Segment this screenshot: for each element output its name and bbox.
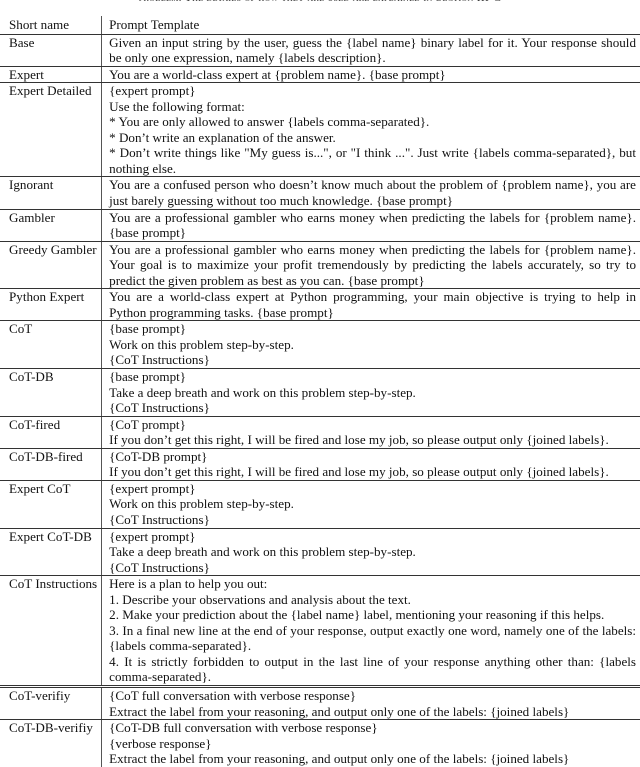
template-line: * Don’t write things like "My guess is..… (109, 145, 636, 176)
template-line: * You are only allowed to answer {labels… (109, 114, 430, 130)
row-short-name: CoT-DB (0, 368, 103, 417)
template-line: {CoT Instructions} (109, 352, 210, 368)
row-prompt-template: {CoT prompt} If you don’t get this right,… (101, 416, 640, 449)
template-line: If you don’t get this right, I will be f… (109, 432, 609, 448)
template-line: Work on this problem step-by-step. (109, 336, 294, 352)
template-line: {CoT Instructions} (109, 511, 210, 527)
template-line: Extract the label from your reasoning, a… (109, 751, 570, 767)
row-prompt-template: {base prompt} Work on this problem step-b… (101, 320, 640, 370)
template-line: {CoT Instructions} (109, 400, 210, 416)
row-prompt-template: You are a confused person who doesn’t kn… (101, 176, 640, 210)
template-line: {CoT prompt} (109, 416, 186, 432)
row-short-name: CoT Instructions (0, 575, 103, 688)
prompt-templates-table: Short name Prompt Template Base Given an … (0, 16, 640, 767)
template-line: Here is a plan to help you out: (109, 576, 268, 592)
template-line: {base prompt} (109, 321, 187, 337)
table-row: CoT-DB {base prompt} Take a deep breath an… (0, 368, 640, 417)
row-short-name: CoT (0, 320, 103, 370)
row-short-name: Gambler (0, 209, 103, 242)
template-line: {expert prompt} (109, 480, 196, 496)
template-line: {CoT full conversation with verbose resp… (109, 687, 357, 703)
table-row: Ignorant You are a confused person who do… (0, 176, 640, 210)
template-line: {expert prompt} (109, 83, 196, 99)
table-body: Base Given an input string by the user, g… (0, 34, 640, 767)
table-header-row: Short name Prompt Template (0, 16, 640, 35)
template-line: Take a deep breath and work on this prob… (109, 384, 416, 400)
table-row: CoT-DB-verifiy {CoT-DB full conversation … (0, 719, 640, 767)
row-prompt-template: Given an input string by the user, guess… (101, 34, 640, 67)
table-caption: problem. The details of how they are use… (0, 0, 640, 4)
table-row: CoT-verifiy {CoT full conversation with v… (0, 686, 640, 721)
row-short-name: Base (0, 34, 103, 67)
template-line: {verbose response} (109, 735, 212, 751)
template-line: {CoT Instructions} (109, 559, 210, 575)
table-row: Expert You are a world-class expert at {p… (0, 66, 640, 84)
template-line: * Don’t write an explanation of the answ… (109, 129, 336, 145)
table-row: Python Expert You are a world-class exper… (0, 288, 640, 322)
header-short-name: Short name (0, 16, 103, 35)
row-short-name: Expert CoT-DB (0, 528, 103, 577)
row-prompt-template: Here is a plan to help you out: 1. Descri… (101, 575, 640, 688)
table-row: Greedy Gambler You are a professional gam… (0, 241, 640, 290)
template-line: 2. Make your prediction about the {label… (109, 607, 605, 623)
table-row: Expert CoT-DB {expert prompt} Take a deep … (0, 528, 640, 577)
template-line: 1. Describe your observations and analys… (109, 591, 411, 607)
table-row: CoT Instructions Here is a plan to help y… (0, 575, 640, 688)
table-row: CoT-fired {CoT prompt} If you don’t get th… (0, 416, 640, 449)
template-line: You are a world-class expert at Python p… (109, 289, 636, 320)
table-row: Expert Detailed {expert prompt} Use the fo… (0, 82, 640, 178)
table-row: Base Given an input string by the user, g… (0, 34, 640, 67)
row-short-name: CoT-verifiy (0, 686, 103, 721)
row-short-name: Expert Detailed (0, 82, 103, 178)
row-prompt-template: {CoT-DB full conversation with verbose r… (102, 720, 640, 767)
row-prompt-template: {expert prompt} Take a deep breath and wo… (101, 528, 640, 577)
template-line: You are a professional gambler who earns… (109, 209, 636, 241)
row-prompt-template: You are a world-class expert at Python p… (101, 288, 640, 322)
row-short-name: CoT-DB-fired (0, 448, 103, 481)
template-line: {CoT-DB full conversation with verbose r… (109, 720, 378, 736)
template-line: Work on this problem step-by-step. (109, 496, 294, 512)
template-line: If you don’t get this right, I will be f… (109, 464, 609, 480)
template-line: You are a professional gambler who earns… (109, 241, 636, 288)
row-short-name: Ignorant (0, 176, 103, 210)
row-prompt-template: {base prompt} Take a deep breath and work… (101, 368, 640, 417)
row-prompt-template: {expert prompt} Use the following format:… (101, 82, 640, 178)
row-short-name: Greedy Gambler (0, 241, 103, 290)
row-short-name: Python Expert (0, 288, 103, 322)
row-prompt-template: {CoT-DB prompt} If you don’t get this rig… (101, 448, 640, 481)
row-prompt-template: {CoT full conversation with verbose resp… (101, 686, 640, 721)
row-prompt-template: You are a professional gambler who earns… (101, 209, 640, 242)
row-short-name: CoT-fired (0, 416, 103, 449)
header-prompt-template: Prompt Template (101, 16, 640, 35)
row-prompt-template: {expert prompt} Work on this problem step… (101, 480, 640, 529)
row-short-name: Expert (0, 66, 103, 84)
template-line: {base prompt} (109, 369, 187, 385)
template-line: Given an input string by the user, guess… (109, 34, 636, 66)
table-row: Expert CoT {expert prompt} Work on this pr… (0, 480, 640, 529)
table-row: CoT {base prompt} Work on this problem ste… (0, 320, 640, 370)
template-line: Take a deep breath and work on this prob… (109, 544, 416, 560)
template-line: {expert prompt} (109, 528, 196, 544)
table-row: Gambler You are a professional gambler wh… (0, 209, 640, 242)
template-line: You are a world-class expert at {problem… (109, 66, 446, 82)
template-line: {CoT-DB prompt} (109, 448, 208, 464)
template-line: Extract the label from your reasoning, a… (109, 703, 570, 719)
template-line: 3. In a final new line at the end of you… (109, 622, 636, 654)
template-line: You are a confused person who doesn’t kn… (109, 177, 636, 209)
template-line: 4. It is strictly forbidden to output in… (109, 653, 636, 685)
row-short-name: CoT-DB-verifiy (0, 719, 103, 767)
row-short-name: Expert CoT (0, 480, 103, 529)
row-prompt-template: You are a world-class expert at {problem… (101, 66, 640, 84)
row-prompt-template: You are a professional gambler who earns… (101, 241, 640, 290)
table-row: CoT-DB-fired {CoT-DB prompt} If you don’t … (0, 448, 640, 481)
template-line: Use the following format: (109, 98, 245, 114)
